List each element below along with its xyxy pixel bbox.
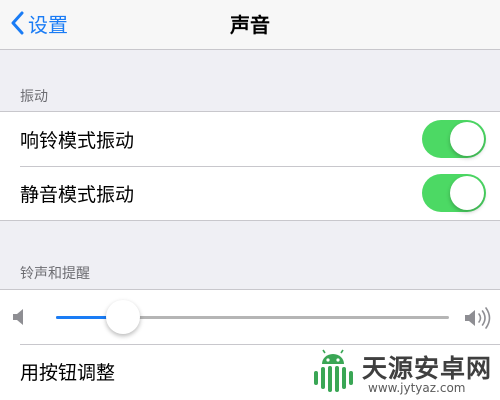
- android-logo-icon: [314, 349, 353, 392]
- switch-knob: [450, 122, 484, 156]
- speaker-high-icon: [465, 307, 491, 329]
- section-header-ringtone: 铃声和提醒: [20, 266, 90, 282]
- ring-vibrate-switch[interactable]: [422, 120, 486, 158]
- volume-slider-thumb[interactable]: [105, 300, 140, 334]
- row-label: 静音模式振动: [20, 183, 135, 206]
- watermark-url: www.jytyaz.com: [368, 381, 466, 395]
- volume-slider-row: [0, 290, 500, 344]
- silent-vibrate-switch[interactable]: [422, 174, 486, 212]
- speaker-low-icon: [13, 309, 23, 325]
- navigation-bar: 设置 声音: [0, 0, 500, 50]
- section-header-vibration: 振动: [20, 89, 48, 105]
- row-ring-vibrate: 响铃模式振动: [0, 112, 500, 166]
- row-label: 响铃模式振动: [20, 129, 135, 152]
- page-title: 声音: [230, 13, 270, 37]
- switch-knob: [450, 176, 484, 210]
- watermark-title: 天源安卓网: [362, 354, 493, 383]
- volume-slider[interactable]: [56, 300, 449, 334]
- watermark: 天源安卓网 www.jytyaz.com: [308, 345, 500, 400]
- row-silent-vibrate: 静音模式振动: [0, 166, 500, 220]
- row-label: 用按钮调整: [20, 361, 116, 384]
- vibration-group: 响铃模式振动 静音模式振动: [0, 111, 500, 221]
